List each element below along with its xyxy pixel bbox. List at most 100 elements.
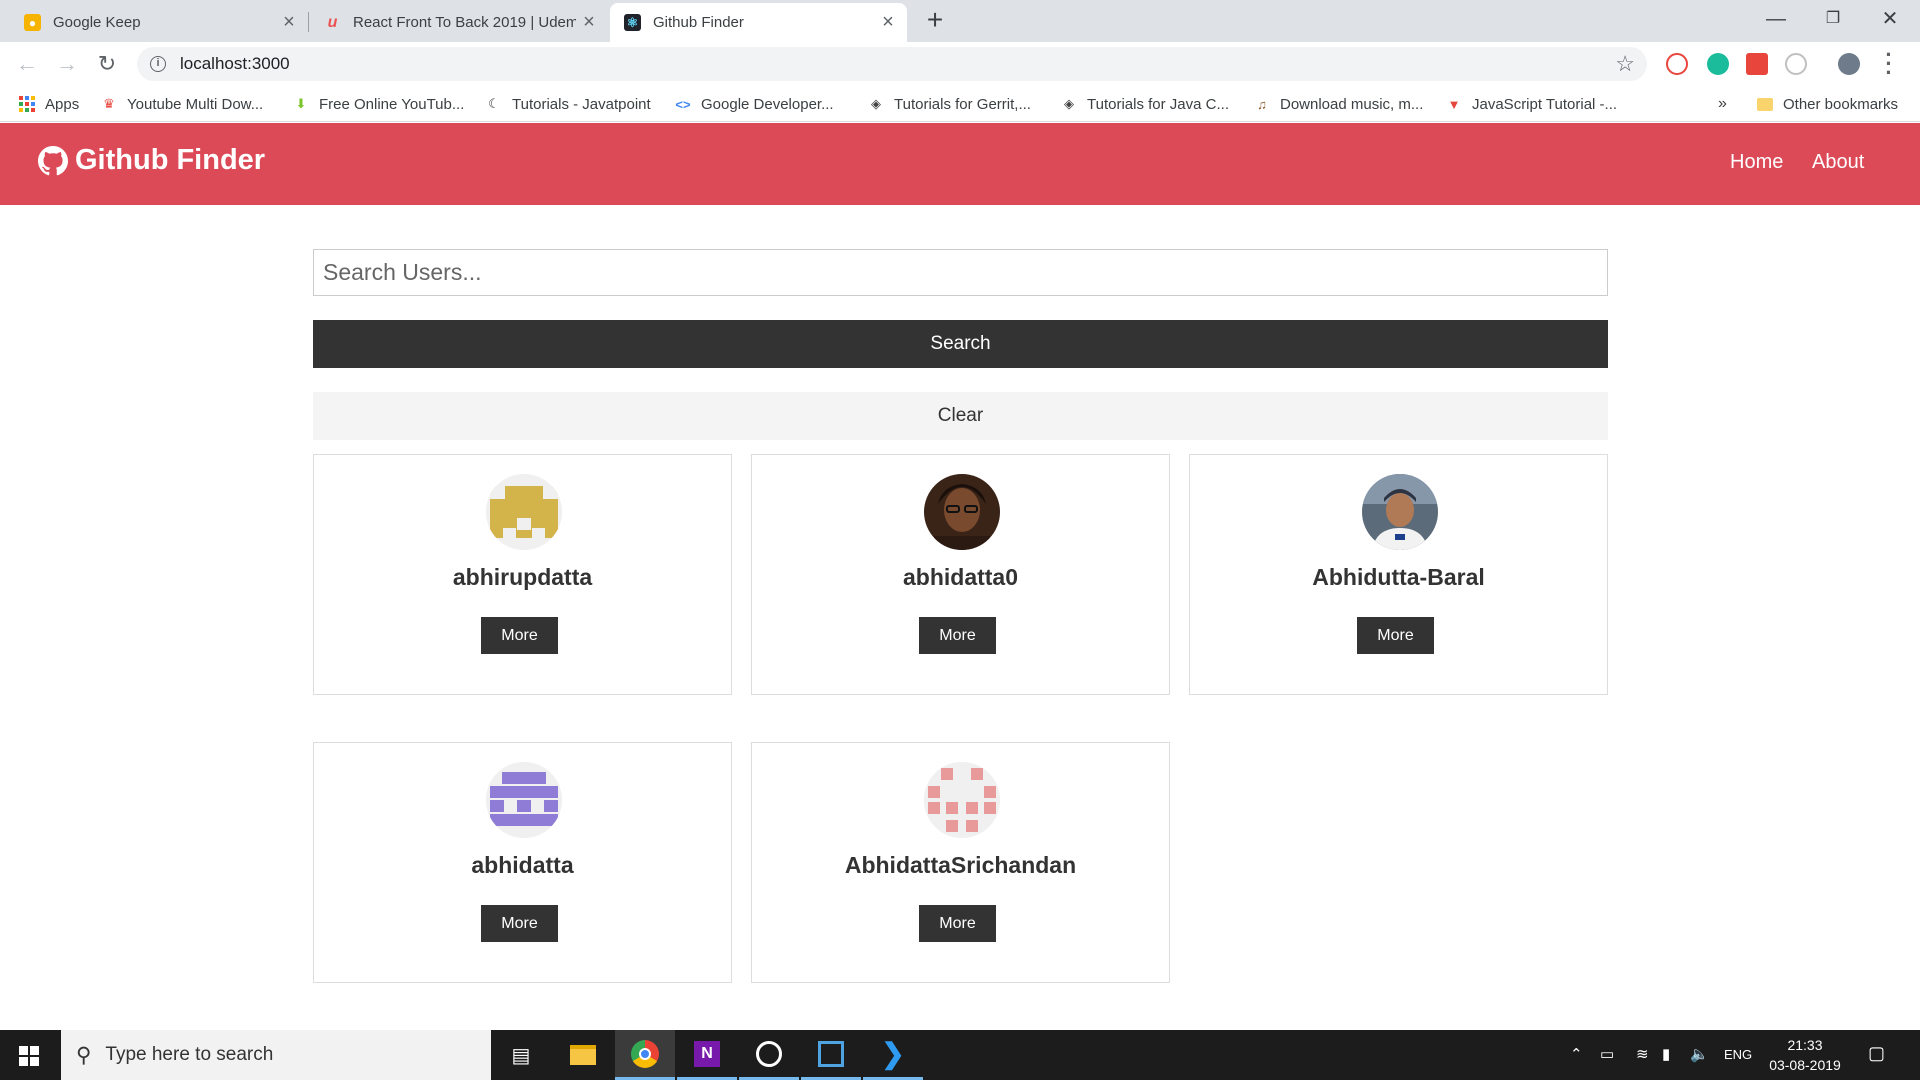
site-info-icon[interactable]: i bbox=[150, 56, 166, 72]
close-window-button[interactable]: ✕ bbox=[1862, 0, 1918, 40]
extension-icon[interactable] bbox=[1746, 53, 1768, 75]
volume-icon[interactable]: 🔈 bbox=[1690, 1045, 1709, 1063]
user-card: abhidatta0 More bbox=[751, 454, 1170, 695]
other-bookmarks[interactable]: Other bookmarks bbox=[1757, 92, 1898, 116]
bookmark-label: Other bookmarks bbox=[1783, 95, 1899, 113]
photo-cricketer bbox=[1362, 474, 1438, 550]
vscode-icon[interactable]: ❯ bbox=[863, 1030, 923, 1080]
folder-icon bbox=[1757, 96, 1773, 112]
javascript-tutorial-icon: ▼ bbox=[1447, 96, 1461, 112]
user-card: AbhidattaSrichandan More bbox=[751, 742, 1170, 983]
tab-title: Github Finder bbox=[653, 14, 744, 31]
clear-button[interactable]: Clear bbox=[313, 392, 1608, 440]
music-icon: ♫ bbox=[1257, 96, 1267, 112]
bookmark-item[interactable]: ♫ Download music, m... bbox=[1254, 92, 1423, 116]
google-developers-icon: <> bbox=[675, 96, 691, 112]
bookmark-label: Tutorials for Java C... bbox=[1087, 95, 1229, 113]
reload-icon[interactable]: ↻ bbox=[91, 48, 123, 80]
identicon-pink bbox=[924, 762, 1000, 838]
user-login: Abhidutta-Baral bbox=[1312, 564, 1485, 590]
minimize-window-button[interactable]: — bbox=[1748, 0, 1804, 40]
avatar bbox=[924, 474, 1000, 550]
brand-logo[interactable]: Github Finder bbox=[38, 144, 265, 177]
extension-icon[interactable] bbox=[1785, 53, 1807, 75]
windows-start-icon[interactable] bbox=[19, 1046, 39, 1066]
more-button[interactable]: More bbox=[481, 905, 558, 942]
bookmark-label: Google Developer... bbox=[701, 95, 834, 113]
taskbar-search-box[interactable]: ⚲ Type here to search bbox=[61, 1030, 491, 1080]
google-keep-icon: ● bbox=[24, 14, 41, 31]
tab-divider bbox=[308, 12, 309, 32]
bookmarks-overflow-button[interactable]: » bbox=[1718, 92, 1727, 116]
task-view-icon[interactable]: ▤ bbox=[491, 1030, 551, 1080]
file-explorer-icon[interactable] bbox=[553, 1030, 613, 1080]
bookmark-label: Apps bbox=[45, 95, 80, 113]
extension-icon[interactable] bbox=[1666, 53, 1688, 75]
forward-arrow-icon[interactable]: → bbox=[51, 48, 83, 80]
restore-window-button[interactable]: ❐ bbox=[1805, 0, 1861, 40]
new-tab-button[interactable]: + bbox=[920, 6, 950, 36]
bookmark-label: Tutorials for Gerrit,... bbox=[894, 95, 1031, 113]
user-card: abhidatta More bbox=[313, 742, 732, 983]
bookmark-item[interactable]: ▼ JavaScript Tutorial -... bbox=[1446, 92, 1618, 116]
bookmark-label: Free Online YouTub... bbox=[319, 95, 465, 113]
bookmark-item[interactable]: ☾ Tutorials - Javatpoint bbox=[486, 92, 651, 116]
more-button[interactable]: More bbox=[481, 617, 558, 654]
address-bar[interactable]: i localhost:3000 ☆ bbox=[137, 47, 1647, 81]
bookmarks-bar: Apps ♛ Youtube Multi Dow... ⬇ Free Onlin… bbox=[0, 86, 1920, 122]
close-tab-icon[interactable]: × bbox=[875, 11, 901, 34]
bookmark-item[interactable]: ⬇ Free Online YouTub... bbox=[293, 92, 465, 116]
close-tab-icon[interactable]: × bbox=[576, 11, 602, 34]
show-hidden-icons-chevron[interactable]: ⌃ bbox=[1570, 1045, 1583, 1063]
action-icon[interactable]: ▭ bbox=[1600, 1045, 1614, 1063]
battery-icon[interactable]: ▮ bbox=[1662, 1045, 1670, 1063]
app-window-icon[interactable] bbox=[801, 1030, 861, 1080]
user-login: AbhidattaSrichandan bbox=[844, 852, 1077, 878]
search-users-input[interactable] bbox=[313, 249, 1608, 296]
more-button[interactable]: More bbox=[1357, 617, 1434, 654]
bookmark-item[interactable]: ♛ Youtube Multi Dow... bbox=[101, 92, 263, 116]
bookmark-item[interactable]: ◈ Tutorials for Java C... bbox=[1061, 92, 1229, 116]
apps-grid-icon bbox=[19, 96, 35, 112]
profile-avatar[interactable] bbox=[1838, 53, 1860, 75]
brand-title: Github Finder bbox=[75, 144, 266, 176]
onenote-icon[interactable]: N bbox=[677, 1030, 737, 1080]
youtube-downloader-icon: ♛ bbox=[103, 96, 115, 111]
browser-menu-icon[interactable]: · · · bbox=[1882, 44, 1896, 84]
avatar bbox=[486, 762, 562, 838]
bookmark-item[interactable]: ◈ Tutorials for Gerrit,... bbox=[868, 92, 1031, 116]
windows-taskbar: ⚲ Type here to search ▤ N ❯ ⌃ ▭ ≋ ▮ 🔈 EN… bbox=[0, 1030, 1920, 1080]
tab-github-finder[interactable]: ⚛ Github Finder × bbox=[610, 3, 907, 42]
alarms-clock-icon[interactable] bbox=[739, 1030, 799, 1080]
bookmark-item[interactable]: <> Google Developer... bbox=[675, 92, 834, 116]
close-tab-icon[interactable]: × bbox=[276, 11, 302, 34]
user-login: abhidatta bbox=[471, 852, 574, 878]
tab-title: React Front To Back 2019 | Udemy bbox=[353, 14, 576, 31]
download-arrow-icon: ⬇ bbox=[295, 96, 307, 111]
nav-about-link[interactable]: About bbox=[1812, 151, 1864, 174]
udemy-icon: u bbox=[327, 13, 338, 31]
github-icon bbox=[38, 145, 68, 175]
tab-udemy[interactable]: u React Front To Back 2019 | Udemy × bbox=[310, 3, 608, 42]
chrome-icon[interactable] bbox=[615, 1030, 675, 1080]
search-button[interactable]: Search bbox=[313, 320, 1608, 368]
wifi-icon[interactable]: ≋ bbox=[1636, 1045, 1649, 1063]
bookmark-label: JavaScript Tutorial -... bbox=[1472, 95, 1618, 113]
system-clock[interactable]: 21:33 03-08-2019 bbox=[1760, 1035, 1850, 1075]
notifications-icon[interactable]: ▢ bbox=[1868, 1043, 1885, 1064]
more-button[interactable]: More bbox=[919, 617, 996, 654]
language-indicator[interactable]: ENG bbox=[1724, 1047, 1752, 1062]
tab-google-keep[interactable]: ● Google Keep × bbox=[10, 3, 308, 42]
tab-title: Google Keep bbox=[53, 14, 141, 31]
nav-home-link[interactable]: Home bbox=[1730, 151, 1783, 174]
tutorials-icon: ◈ bbox=[871, 96, 881, 111]
bookmark-apps[interactable]: Apps bbox=[19, 92, 79, 116]
user-login: abhirupdatta bbox=[452, 564, 593, 590]
more-button[interactable]: More bbox=[919, 905, 996, 942]
back-arrow-icon[interactable]: ← bbox=[11, 48, 43, 80]
extension-icon[interactable] bbox=[1707, 53, 1729, 75]
bookmark-star-icon[interactable]: ☆ bbox=[1615, 51, 1635, 77]
clock-time: 21:33 bbox=[1787, 1037, 1823, 1053]
identicon-purple bbox=[486, 762, 562, 838]
user-card: Abhidutta-Baral More bbox=[1189, 454, 1608, 695]
